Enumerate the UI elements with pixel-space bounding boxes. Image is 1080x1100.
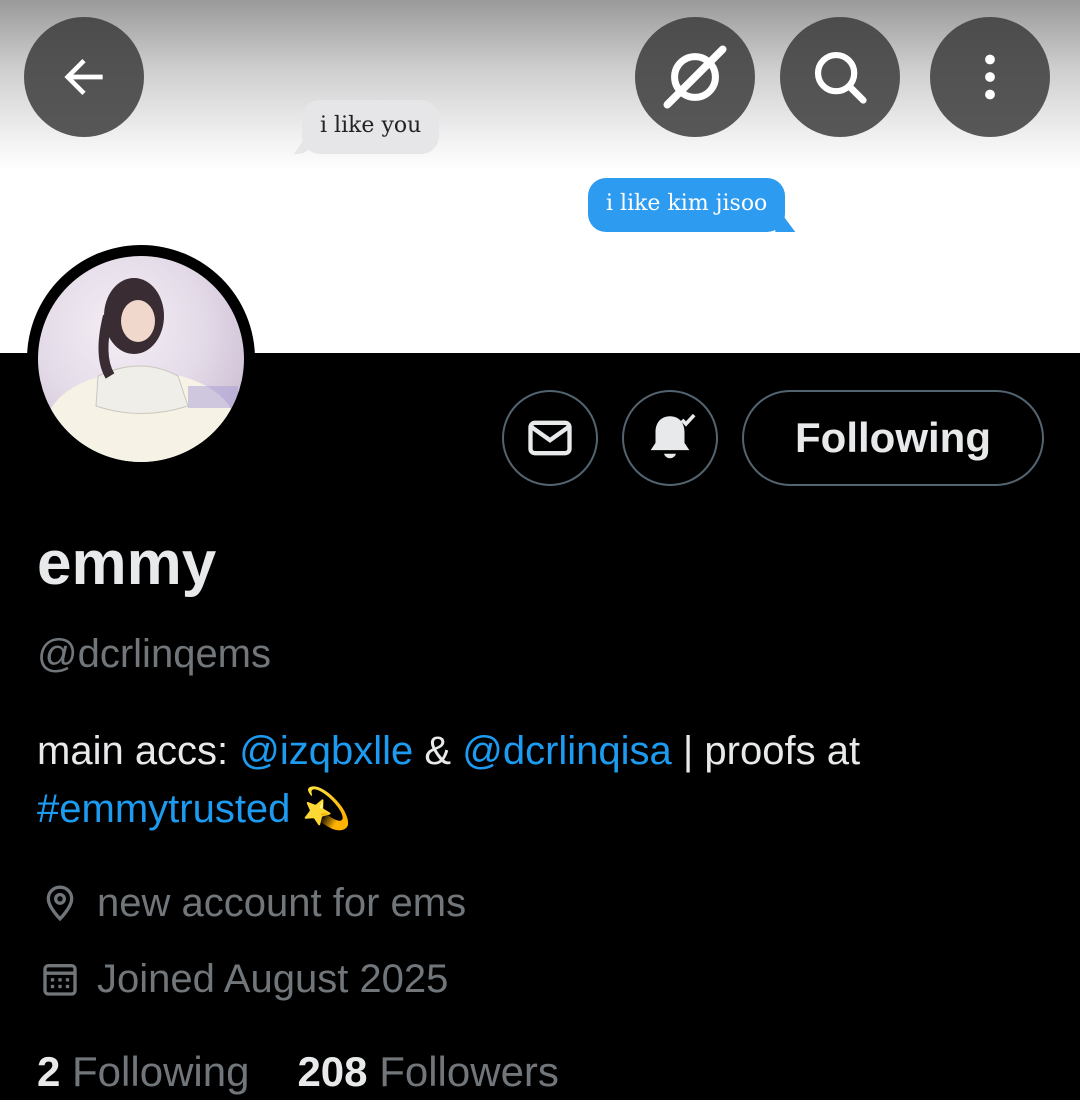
following-label: Following (72, 1048, 250, 1095)
followers-count: 208 (297, 1048, 368, 1095)
dizzy-emoji: 💫 (301, 787, 352, 831)
received-message-bubble: i like you (302, 100, 440, 154)
following-count: 2 (37, 1048, 61, 1095)
sent-message-bubble: i like kim jisoo (588, 178, 786, 232)
avatar[interactable] (27, 245, 255, 473)
mention-link[interactable]: @dcrlinqisa (462, 729, 672, 773)
avatar-photo (38, 256, 244, 462)
grok-icon (663, 45, 727, 109)
bell-check-icon (650, 413, 696, 459)
followers-label: Followers (379, 1048, 559, 1095)
hashtag-link[interactable]: #emmytrusted (37, 787, 290, 831)
joined-date-text: Joined August 2025 (97, 956, 449, 1001)
envelope-icon (528, 420, 572, 456)
location-row: new account for ems (37, 878, 466, 928)
following-button[interactable]: Following (742, 390, 1044, 486)
notifications-button[interactable] (622, 390, 718, 486)
mention-link[interactable]: @izqbxlle (239, 729, 413, 773)
calendar-icon (37, 956, 83, 1002)
grok-button[interactable] (635, 17, 755, 137)
bio-text: & (413, 729, 463, 773)
following-count-link[interactable]: 2 Following (37, 1048, 249, 1096)
username-handle: @dcrlinqems (37, 632, 272, 676)
more-vertical-icon (985, 54, 995, 100)
display-name: emmy (37, 529, 217, 598)
search-icon (814, 51, 867, 104)
follow-stats: 2 Following 208 Followers (37, 1048, 559, 1096)
search-button[interactable] (780, 17, 900, 137)
followers-count-link[interactable]: 208 Followers (297, 1048, 558, 1096)
more-options-button[interactable] (930, 17, 1050, 137)
bio-text: main accs: (37, 729, 240, 773)
arrow-left-icon (64, 59, 103, 95)
location-pin-icon (37, 880, 83, 926)
joined-row: Joined August 2025 (37, 954, 448, 1004)
avatar-image-icon (46, 278, 238, 462)
bio-text: | proofs at (671, 729, 861, 773)
profile-bio: main accs: @izqbxlle & @dcrlinqisa | pro… (37, 722, 1047, 838)
back-button[interactable] (24, 17, 144, 137)
location-text: new account for ems (97, 880, 467, 925)
message-button[interactable] (502, 390, 598, 486)
